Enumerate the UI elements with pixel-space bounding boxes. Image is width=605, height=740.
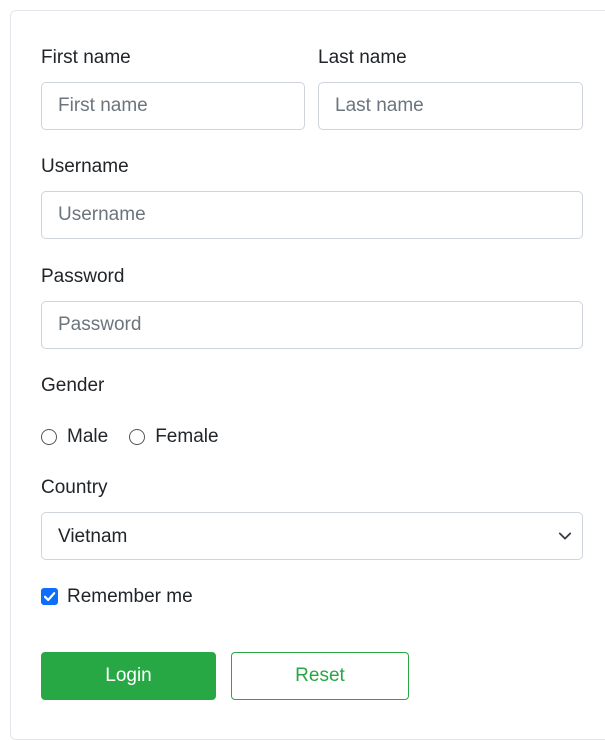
gender-male-label[interactable]: Male xyxy=(67,426,108,448)
login-button[interactable]: Login xyxy=(41,652,216,700)
username-label: Username xyxy=(41,156,129,177)
password-label: Password xyxy=(41,266,125,287)
gender-label: Gender xyxy=(41,375,105,396)
username-input[interactable] xyxy=(41,191,583,239)
country-select[interactable]: Vietnam xyxy=(41,512,583,560)
password-input[interactable] xyxy=(41,301,583,349)
first-name-label: First name xyxy=(41,47,131,68)
remember-me-checkbox[interactable] xyxy=(41,588,58,605)
last-name-input[interactable] xyxy=(318,82,583,130)
gender-male-radio[interactable] xyxy=(41,429,57,445)
gender-female-radio[interactable] xyxy=(129,429,146,445)
last-name-label: Last name xyxy=(318,47,407,68)
reset-button[interactable]: Reset xyxy=(231,652,409,700)
gender-female-label[interactable]: Female xyxy=(155,426,218,448)
chevron-down-icon xyxy=(558,532,572,540)
gender-radio-group: Male Female xyxy=(41,424,219,450)
first-name-input[interactable] xyxy=(41,82,305,130)
checkmark-icon xyxy=(43,592,56,602)
remember-me-label[interactable]: Remember me xyxy=(67,586,193,608)
country-label: Country xyxy=(41,477,108,498)
country-selected-value: Vietnam xyxy=(58,526,128,547)
